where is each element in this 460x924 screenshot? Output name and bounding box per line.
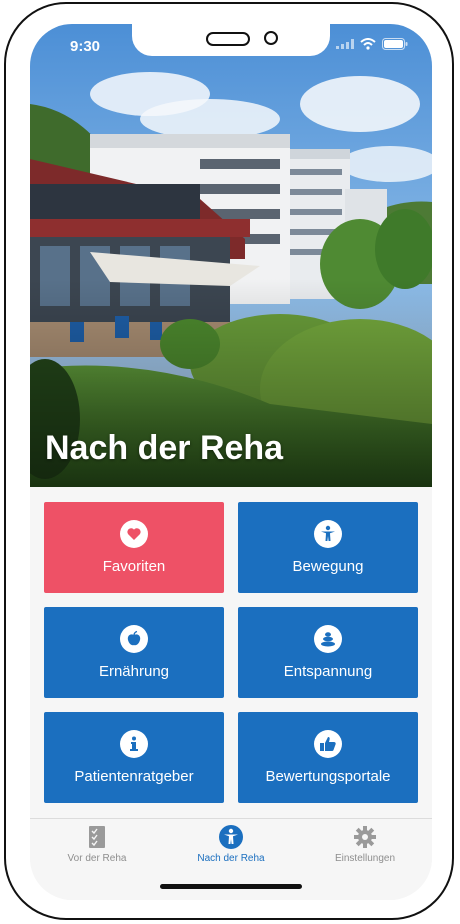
stones-icon <box>321 632 335 647</box>
tab-label: Einstellungen <box>334 853 396 864</box>
camera-dot <box>264 31 278 45</box>
tab-nach-der-reha[interactable]: Nach der Reha <box>164 825 298 864</box>
tile-bewertungsportale[interactable]: Bewertungsportale <box>238 712 418 803</box>
tile-label: Entspannung <box>283 663 373 680</box>
battery-icon <box>382 38 408 50</box>
notch <box>132 24 330 56</box>
tab-label: Nach der Reha <box>197 853 265 864</box>
speaker-slot <box>206 32 250 46</box>
hero-image: Nach der Reha <box>30 24 432 487</box>
figure-icon <box>321 525 335 541</box>
tile-label: Bewegung <box>292 558 364 575</box>
tile-patientenratgeber[interactable]: Patientenratgeber <box>44 712 224 803</box>
status-indicators <box>336 38 408 50</box>
tile-favoriten[interactable]: Favoriten <box>44 502 224 593</box>
checklist-icon <box>89 826 105 848</box>
tab-label: Vor der Reha <box>67 853 127 864</box>
info-icon <box>130 736 138 751</box>
thumbs-up-icon <box>320 737 336 751</box>
tab-vor-der-reha[interactable]: Vor der Reha <box>30 825 164 864</box>
status-time: 9:30 <box>70 38 101 55</box>
tile-label: Favoriten <box>102 558 166 575</box>
tile-label: Bewertungsportale <box>265 768 391 785</box>
tile-label: Ernährung <box>98 663 170 680</box>
tile-ernaehrung[interactable]: Ernährung <box>44 607 224 698</box>
wifi-icon <box>360 38 376 50</box>
clinic-photo <box>30 24 432 487</box>
tile-label: Patientenratgeber <box>74 768 194 785</box>
gear-icon <box>354 826 376 848</box>
page-title: Nach der Reha <box>45 429 284 467</box>
app-screen: Nach der Reha 9:30 Favoriten Bewegung Er… <box>30 24 432 900</box>
signal-icon <box>336 39 354 49</box>
tile-bewegung[interactable]: Bewegung <box>238 502 418 593</box>
apple-icon <box>127 630 141 646</box>
home-indicator[interactable] <box>160 884 302 889</box>
tab-einstellungen[interactable]: Einstellungen <box>298 825 432 864</box>
heart-icon <box>127 528 141 540</box>
figure-icon <box>219 825 243 849</box>
tile-entspannung[interactable]: Entspannung <box>238 607 418 698</box>
